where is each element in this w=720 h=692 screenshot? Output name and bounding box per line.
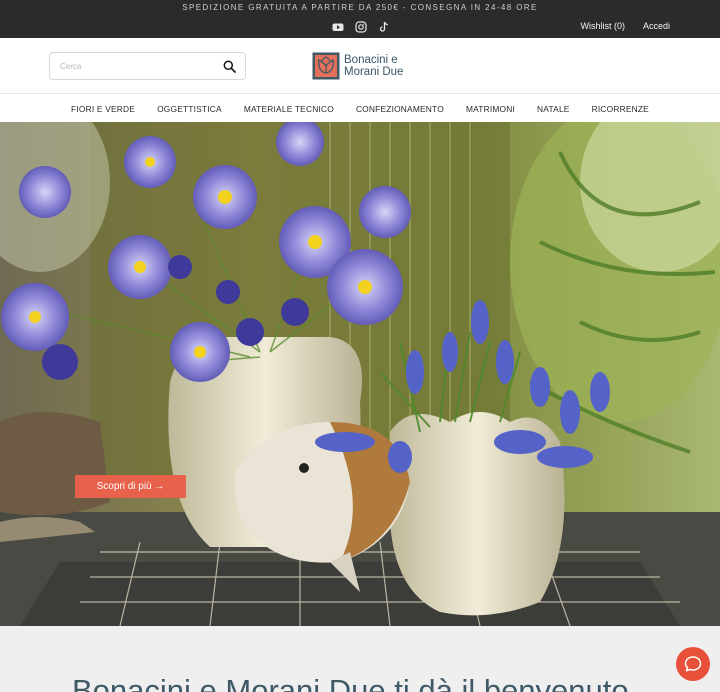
nav-item-matrimoni[interactable]: MATRIMONI <box>466 104 515 114</box>
site-logo[interactable]: Bonacini e Morani Due <box>312 52 403 80</box>
chat-button[interactable] <box>676 647 710 681</box>
logo-line-1: Bonacini e <box>344 54 398 66</box>
social-links <box>332 20 390 33</box>
shipping-promo: SPEDIZIONE GRATUITA A PARTIRE DA 250€ - … <box>182 3 538 12</box>
discover-more-button[interactable]: Scopri di più → <box>75 475 186 498</box>
nav-item-materiale-tecnico[interactable]: MATERIALE TECNICO <box>244 104 334 114</box>
nav-item-natale[interactable]: NATALE <box>537 104 570 114</box>
search-box <box>49 52 246 80</box>
nav-item-oggettistica[interactable]: OGGETTISTICA <box>157 104 222 114</box>
youtube-icon[interactable] <box>332 20 344 32</box>
search-icon[interactable] <box>223 60 236 73</box>
hero-banner: Scopri di più → <box>0 122 720 626</box>
chat-bubble-icon <box>684 656 702 672</box>
nav-item-fiori-e-verde[interactable]: FIORI E VERDE <box>71 104 135 114</box>
instagram-icon[interactable] <box>355 20 367 33</box>
account-links: Wishlist (0) Accedi <box>580 21 670 31</box>
logo-wordmark: Bonacini e Morani Due <box>344 54 403 78</box>
hero-image <box>0 122 720 626</box>
search-input[interactable] <box>60 59 210 74</box>
wishlist-link[interactable]: Wishlist (0) <box>580 21 625 31</box>
logo-line-2: Morani Due <box>344 66 404 78</box>
nav-item-confezionamento[interactable]: CONFEZIONAMENTO <box>356 104 444 114</box>
login-link[interactable]: Accedi <box>643 21 670 31</box>
top-bar: SPEDIZIONE GRATUITA A PARTIRE DA 250€ - … <box>0 0 720 38</box>
welcome-section: Bonacini e Morani Due ti dà il benvenuto <box>0 626 720 692</box>
site-header: Bonacini e Morani Due <box>0 38 720 94</box>
main-nav: FIORI E VERDE OGGETTISTICA MATERIALE TEC… <box>0 95 720 122</box>
tulip-logo-icon <box>312 52 340 80</box>
tiktok-icon[interactable] <box>378 20 390 32</box>
welcome-heading: Bonacini e Morani Due ti dà il benvenuto <box>72 673 629 692</box>
nav-item-ricorrenze[interactable]: RICORRENZE <box>592 104 649 114</box>
